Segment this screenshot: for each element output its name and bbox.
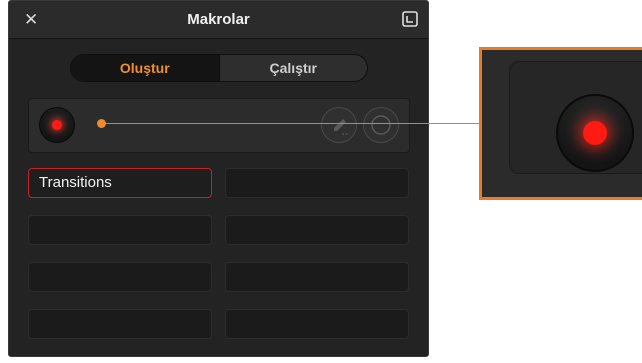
stop-icon: [371, 115, 391, 135]
zoomed-record-icon: [583, 121, 607, 145]
stop-button[interactable]: [363, 107, 399, 143]
edit-icon: [334, 119, 348, 135]
tab-create[interactable]: Oluştur: [71, 55, 219, 81]
macro-slot-3[interactable]: [28, 215, 212, 245]
callout-dot: [97, 119, 106, 128]
window-title: Makrolar: [187, 11, 250, 28]
record-icon: [52, 120, 62, 130]
record-bar: [28, 98, 410, 153]
record-button[interactable]: [39, 107, 75, 143]
macro-slot-5[interactable]: [28, 262, 212, 292]
macro-slot-4[interactable]: [225, 215, 409, 245]
zoomed-record-area: [509, 61, 642, 174]
mode-tabs: Oluştur Çalıştır: [70, 54, 368, 82]
zoomed-record-button: [556, 94, 634, 172]
macro-slot-7[interactable]: [28, 309, 212, 339]
title-bar: ✕ Makrolar: [9, 1, 428, 39]
macros-panel: ✕ Makrolar Oluştur Çalıştır Transitions: [8, 0, 429, 357]
macro-slot-2[interactable]: [225, 168, 409, 198]
macro-slot-8[interactable]: [225, 309, 409, 339]
macro-slot-6[interactable]: [225, 262, 409, 292]
popout-icon[interactable]: [402, 11, 418, 27]
tab-run[interactable]: Çalıştır: [218, 55, 367, 81]
zoom-callout: [479, 47, 642, 200]
macro-slot-1[interactable]: Transitions: [28, 168, 212, 198]
callout-line: [101, 123, 481, 124]
edit-button[interactable]: [321, 107, 357, 143]
